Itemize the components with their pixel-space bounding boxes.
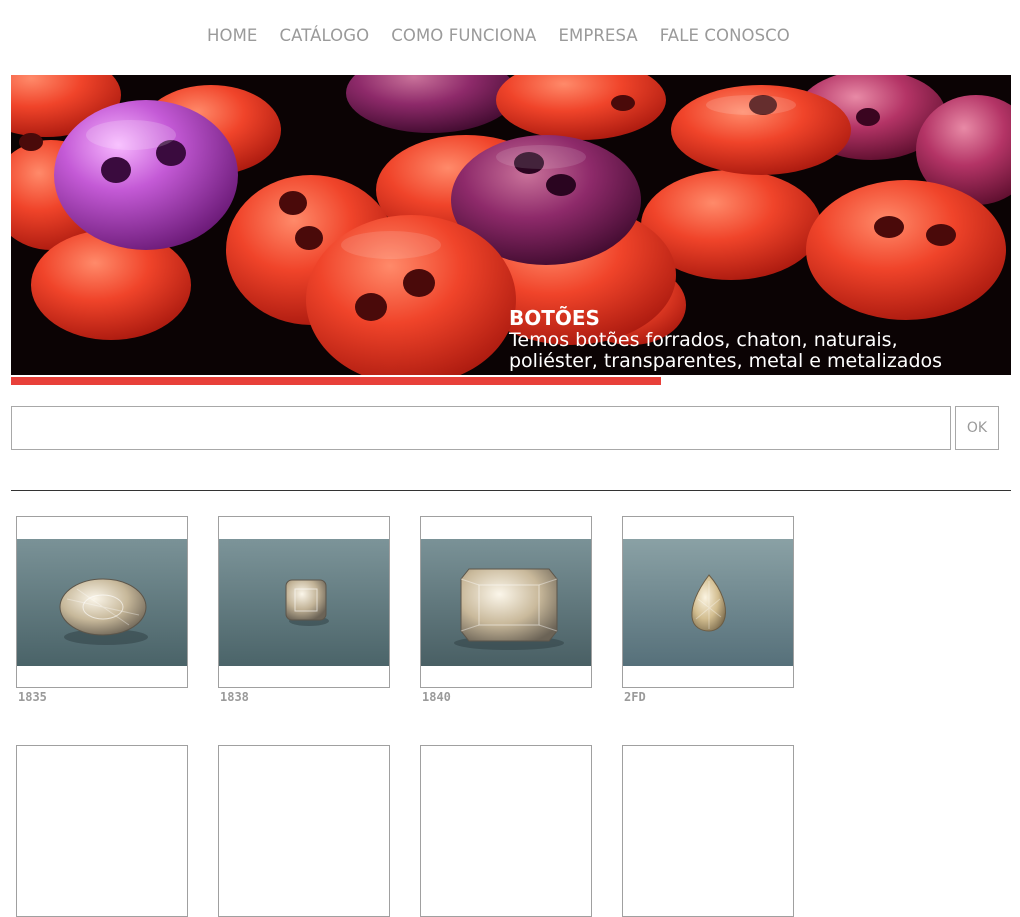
product-card[interactable] (16, 745, 188, 917)
oval-crystal-button-photo (17, 539, 187, 666)
product-card[interactable]: 1835 (16, 516, 188, 704)
banner-text-line-2: poliéster, transparentes, metal e metali… (509, 350, 943, 372)
nav-item-como-funciona[interactable]: COMO FUNCIONA (391, 26, 536, 45)
search-input[interactable] (11, 406, 951, 450)
teardrop-crystal-button-photo (623, 539, 793, 666)
product-thumbnail[interactable] (420, 516, 592, 688)
product-code[interactable]: 2FD (624, 690, 794, 704)
nav-item-home[interactable]: HOME (207, 26, 257, 45)
product-thumbnail[interactable] (622, 516, 794, 688)
product-card[interactable]: 1840 (420, 516, 592, 704)
product-card[interactable] (218, 745, 390, 917)
rectangular-crystal-button-photo (421, 539, 591, 666)
divider (11, 490, 1011, 491)
product-thumbnail[interactable] (16, 745, 188, 917)
product-thumbnail[interactable] (16, 516, 188, 688)
banner-caption: BOTÕES Temos botões forrados, chaton, na… (509, 306, 942, 372)
square-crystal-button-photo (219, 539, 389, 666)
nav-item-empresa[interactable]: EMPRESA (558, 26, 637, 45)
main-nav: HOME CATÁLOGO COMO FUNCIONA EMPRESA FALE… (207, 24, 812, 46)
banner-progress-fill (11, 377, 661, 385)
product-code[interactable]: 1840 (422, 690, 592, 704)
product-code[interactable]: 1838 (220, 690, 390, 704)
nav-item-fale-conosco[interactable]: FALE CONOSCO (660, 26, 790, 45)
product-card[interactable]: 1838 (218, 516, 390, 704)
product-thumbnail[interactable] (218, 516, 390, 688)
hero-banner[interactable]: BOTÕES Temos botões forrados, chaton, na… (11, 75, 1011, 375)
product-thumbnail[interactable] (420, 745, 592, 917)
product-card[interactable]: 2FD (622, 516, 794, 704)
product-card[interactable] (420, 745, 592, 917)
search-ok-button[interactable]: OK (955, 406, 999, 450)
banner-text-line-1: Temos botões forrados, chaton, naturais, (509, 329, 898, 351)
product-code[interactable]: 1835 (18, 690, 188, 704)
nav-item-catalogo[interactable]: CATÁLOGO (279, 26, 369, 45)
banner-title: BOTÕES (509, 306, 600, 330)
product-card[interactable] (622, 745, 794, 917)
banner-progress (11, 375, 1011, 386)
product-thumbnail[interactable] (218, 745, 390, 917)
product-thumbnail[interactable] (622, 745, 794, 917)
